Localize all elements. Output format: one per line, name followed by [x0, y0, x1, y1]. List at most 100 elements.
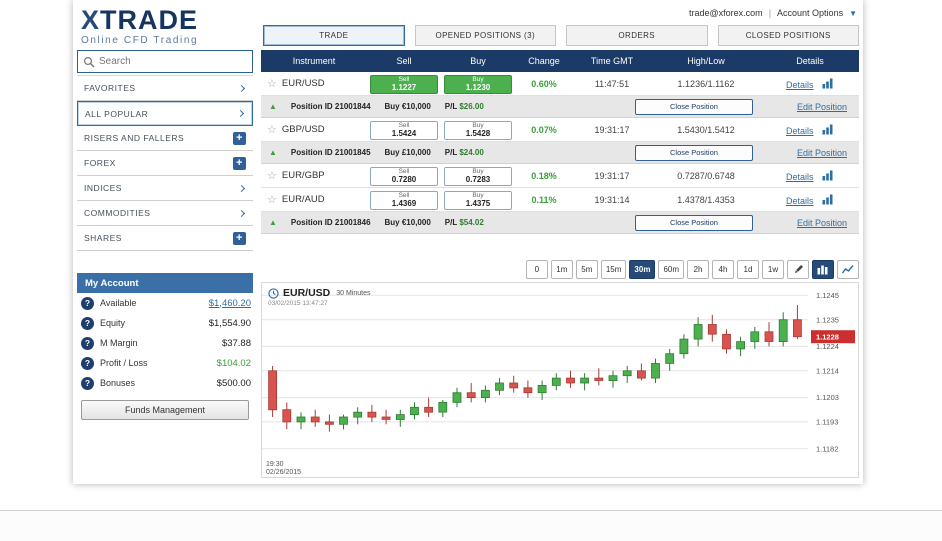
details-cell: Details — [761, 194, 859, 206]
position-row: ▲ Position ID 21001845 Buy £10,000 P/L $… — [261, 142, 859, 164]
account-options-menu[interactable]: Account Options — [777, 8, 843, 18]
plus-icon[interactable]: + — [233, 231, 246, 245]
position-id: Position ID 21001846 — [290, 218, 371, 227]
favorite-star-icon[interactable]: ☆ — [267, 169, 277, 182]
candlestick-chart[interactable]: 1.1245 1.1235 1.1224 1.1214 1.1203 1.1193 1.11… — [262, 283, 858, 477]
timeframe-button[interactable]: 60m — [658, 260, 684, 279]
edit-position-link[interactable]: Edit Position — [797, 148, 847, 158]
draw-pencil-icon[interactable] — [787, 260, 809, 279]
table-row[interactable]: ☆ EUR/AUD Sell 1.4369 Buy 1.4375 0.11% 1… — [261, 188, 859, 212]
edit-position-link[interactable]: Edit Position — [797, 218, 847, 228]
quote-row-group: ☆ EUR/GBP Sell 0.7280 Buy 0.7283 0.18% 1… — [261, 164, 859, 188]
table-row[interactable]: ☆ EUR/GBP Sell 0.7280 Buy 0.7283 0.18% 1… — [261, 164, 859, 188]
timeframe-button[interactable]: 2h — [687, 260, 709, 279]
timeframe-button[interactable]: 30m — [629, 260, 656, 279]
sidebar-category[interactable]: RISERS AND FALLERS + — [77, 126, 253, 151]
chevron-down-icon[interactable]: ▼ — [849, 9, 857, 18]
search-input[interactable] — [99, 56, 247, 67]
help-icon[interactable]: ? — [81, 376, 94, 390]
sidebar-category[interactable]: COMMODITIES — [77, 201, 253, 226]
sidebar-category-label: INDICES — [84, 183, 122, 193]
account-row: ? Profit / Loss $104.02 — [77, 353, 253, 373]
favorite-star-icon[interactable]: ☆ — [267, 77, 277, 90]
clock-icon — [268, 287, 279, 299]
instrument-cell: ☆ GBP/USD — [261, 123, 367, 136]
chart-icon[interactable] — [822, 124, 834, 135]
favorite-star-icon[interactable]: ☆ — [267, 123, 277, 136]
account-row-label: Profit / Loss — [100, 358, 148, 368]
sidebar-category[interactable]: SHARES + — [77, 226, 253, 251]
sell-button[interactable]: Sell 1.4369 — [370, 191, 438, 211]
help-icon[interactable]: ? — [81, 336, 94, 350]
timeframe-button[interactable]: 0 — [525, 260, 548, 279]
table-row[interactable]: ☆ EUR/USD Sell 1.1227 Buy 1.1230 0.60% 1… — [261, 72, 859, 96]
help-icon[interactable]: ? — [81, 316, 94, 330]
timeframe-button[interactable]: 1w — [762, 260, 784, 279]
chart-icon[interactable] — [822, 78, 834, 89]
tab[interactable]: CLOSED POSITIONS — [717, 25, 859, 46]
timeframe-button[interactable]: 1m — [550, 260, 573, 279]
svg-text:1.1214: 1.1214 — [816, 366, 839, 375]
high-low-value: 1.4378/1.4353 — [677, 194, 735, 205]
buy-button[interactable]: Buy 1.5428 — [444, 121, 512, 141]
buy-button[interactable]: Buy 1.4375 — [444, 191, 512, 211]
buy-button[interactable]: Buy 1.1230 — [444, 75, 512, 95]
account-row: ? M Margin $37.88 — [77, 333, 253, 353]
tab[interactable]: OPENED POSITIONS (3) — [414, 25, 556, 46]
help-icon[interactable]: ? — [81, 356, 94, 370]
pl-label: P/L — [444, 102, 458, 111]
line-view-icon[interactable] — [837, 260, 859, 279]
pl-value: $24.00 — [459, 148, 484, 157]
sidebar-category[interactable]: INDICES — [77, 176, 253, 201]
close-position-button[interactable]: Close Position — [634, 214, 753, 231]
timeframe-button[interactable]: 4h — [712, 260, 734, 279]
timeframe-button[interactable]: 1d — [737, 260, 759, 279]
candlestick-view-icon[interactable] — [812, 260, 834, 279]
chart-interval: 30 Minutes — [336, 289, 371, 297]
chart-icon[interactable] — [822, 194, 834, 205]
sell-button[interactable]: Sell 1.5424 — [370, 121, 438, 141]
tab[interactable]: ORDERS — [566, 25, 708, 46]
instrument-name: EUR/USD — [281, 78, 325, 89]
table-header-row: Instrument Sell Buy Change Time GMT High/Low D… — [261, 50, 859, 72]
edit-position-link[interactable]: Edit Position — [797, 102, 847, 112]
close-position-button[interactable]: Close Position — [634, 144, 753, 161]
buy-button[interactable]: Buy 0.7283 — [444, 167, 512, 187]
details-link[interactable]: Details — [786, 126, 814, 136]
favorite-star-icon[interactable]: ☆ — [267, 193, 277, 206]
table-row[interactable]: ☆ GBP/USD Sell 1.5424 Buy 1.5428 0.07% 1… — [261, 118, 859, 142]
sell-price: 0.7280 — [391, 175, 417, 185]
chart-icon[interactable] — [822, 170, 834, 181]
sidebar-category[interactable]: FOREX + — [77, 151, 253, 176]
funds-management-button[interactable]: Funds Management — [81, 400, 249, 420]
sidebar-category-label: ALL POPULAR — [85, 108, 149, 119]
timeframe-button[interactable]: 15m — [600, 260, 627, 279]
plus-icon[interactable]: + — [233, 131, 246, 145]
sell-button[interactable]: Sell 0.7280 — [370, 167, 438, 187]
topbar-right: trade@xforex.com | Account Options ▼ TRA… — [263, 4, 859, 46]
details-link[interactable]: Details — [786, 80, 814, 90]
close-position-button[interactable]: Close Position — [634, 98, 753, 115]
details-link[interactable]: Details — [786, 196, 814, 206]
buy-cell: Buy 1.1230 — [441, 73, 515, 95]
plus-icon[interactable]: + — [233, 156, 246, 170]
sidebar-category-label: FOREX — [84, 158, 116, 168]
svg-text:1.1203: 1.1203 — [816, 393, 839, 402]
tab[interactable]: TRADE — [263, 25, 405, 46]
column-header: Time GMT — [590, 56, 634, 66]
chevron-right-icon — [237, 209, 246, 217]
content: FAVORITES ALL POPULAR RISERS AND FALLERS… — [77, 50, 859, 478]
help-icon[interactable]: ? — [81, 296, 94, 310]
column-header: Details — [796, 56, 824, 66]
position-pl: P/L $24.00 — [445, 148, 484, 157]
chart-symbol: EUR/USD — [283, 287, 331, 299]
details-link[interactable]: Details — [786, 172, 814, 182]
position-amount: Buy €10,000 — [384, 102, 431, 111]
sidebar-category[interactable]: FAVORITES — [77, 76, 253, 101]
my-account-header: My Account — [77, 273, 253, 293]
timeframe-button[interactable]: 5m — [575, 260, 598, 279]
sidebar-category[interactable]: ALL POPULAR — [77, 101, 253, 126]
svg-text:02/26/2015: 02/26/2015 — [266, 469, 301, 476]
column-header: Buy — [470, 56, 486, 66]
sell-button[interactable]: Sell 1.1227 — [370, 75, 438, 95]
